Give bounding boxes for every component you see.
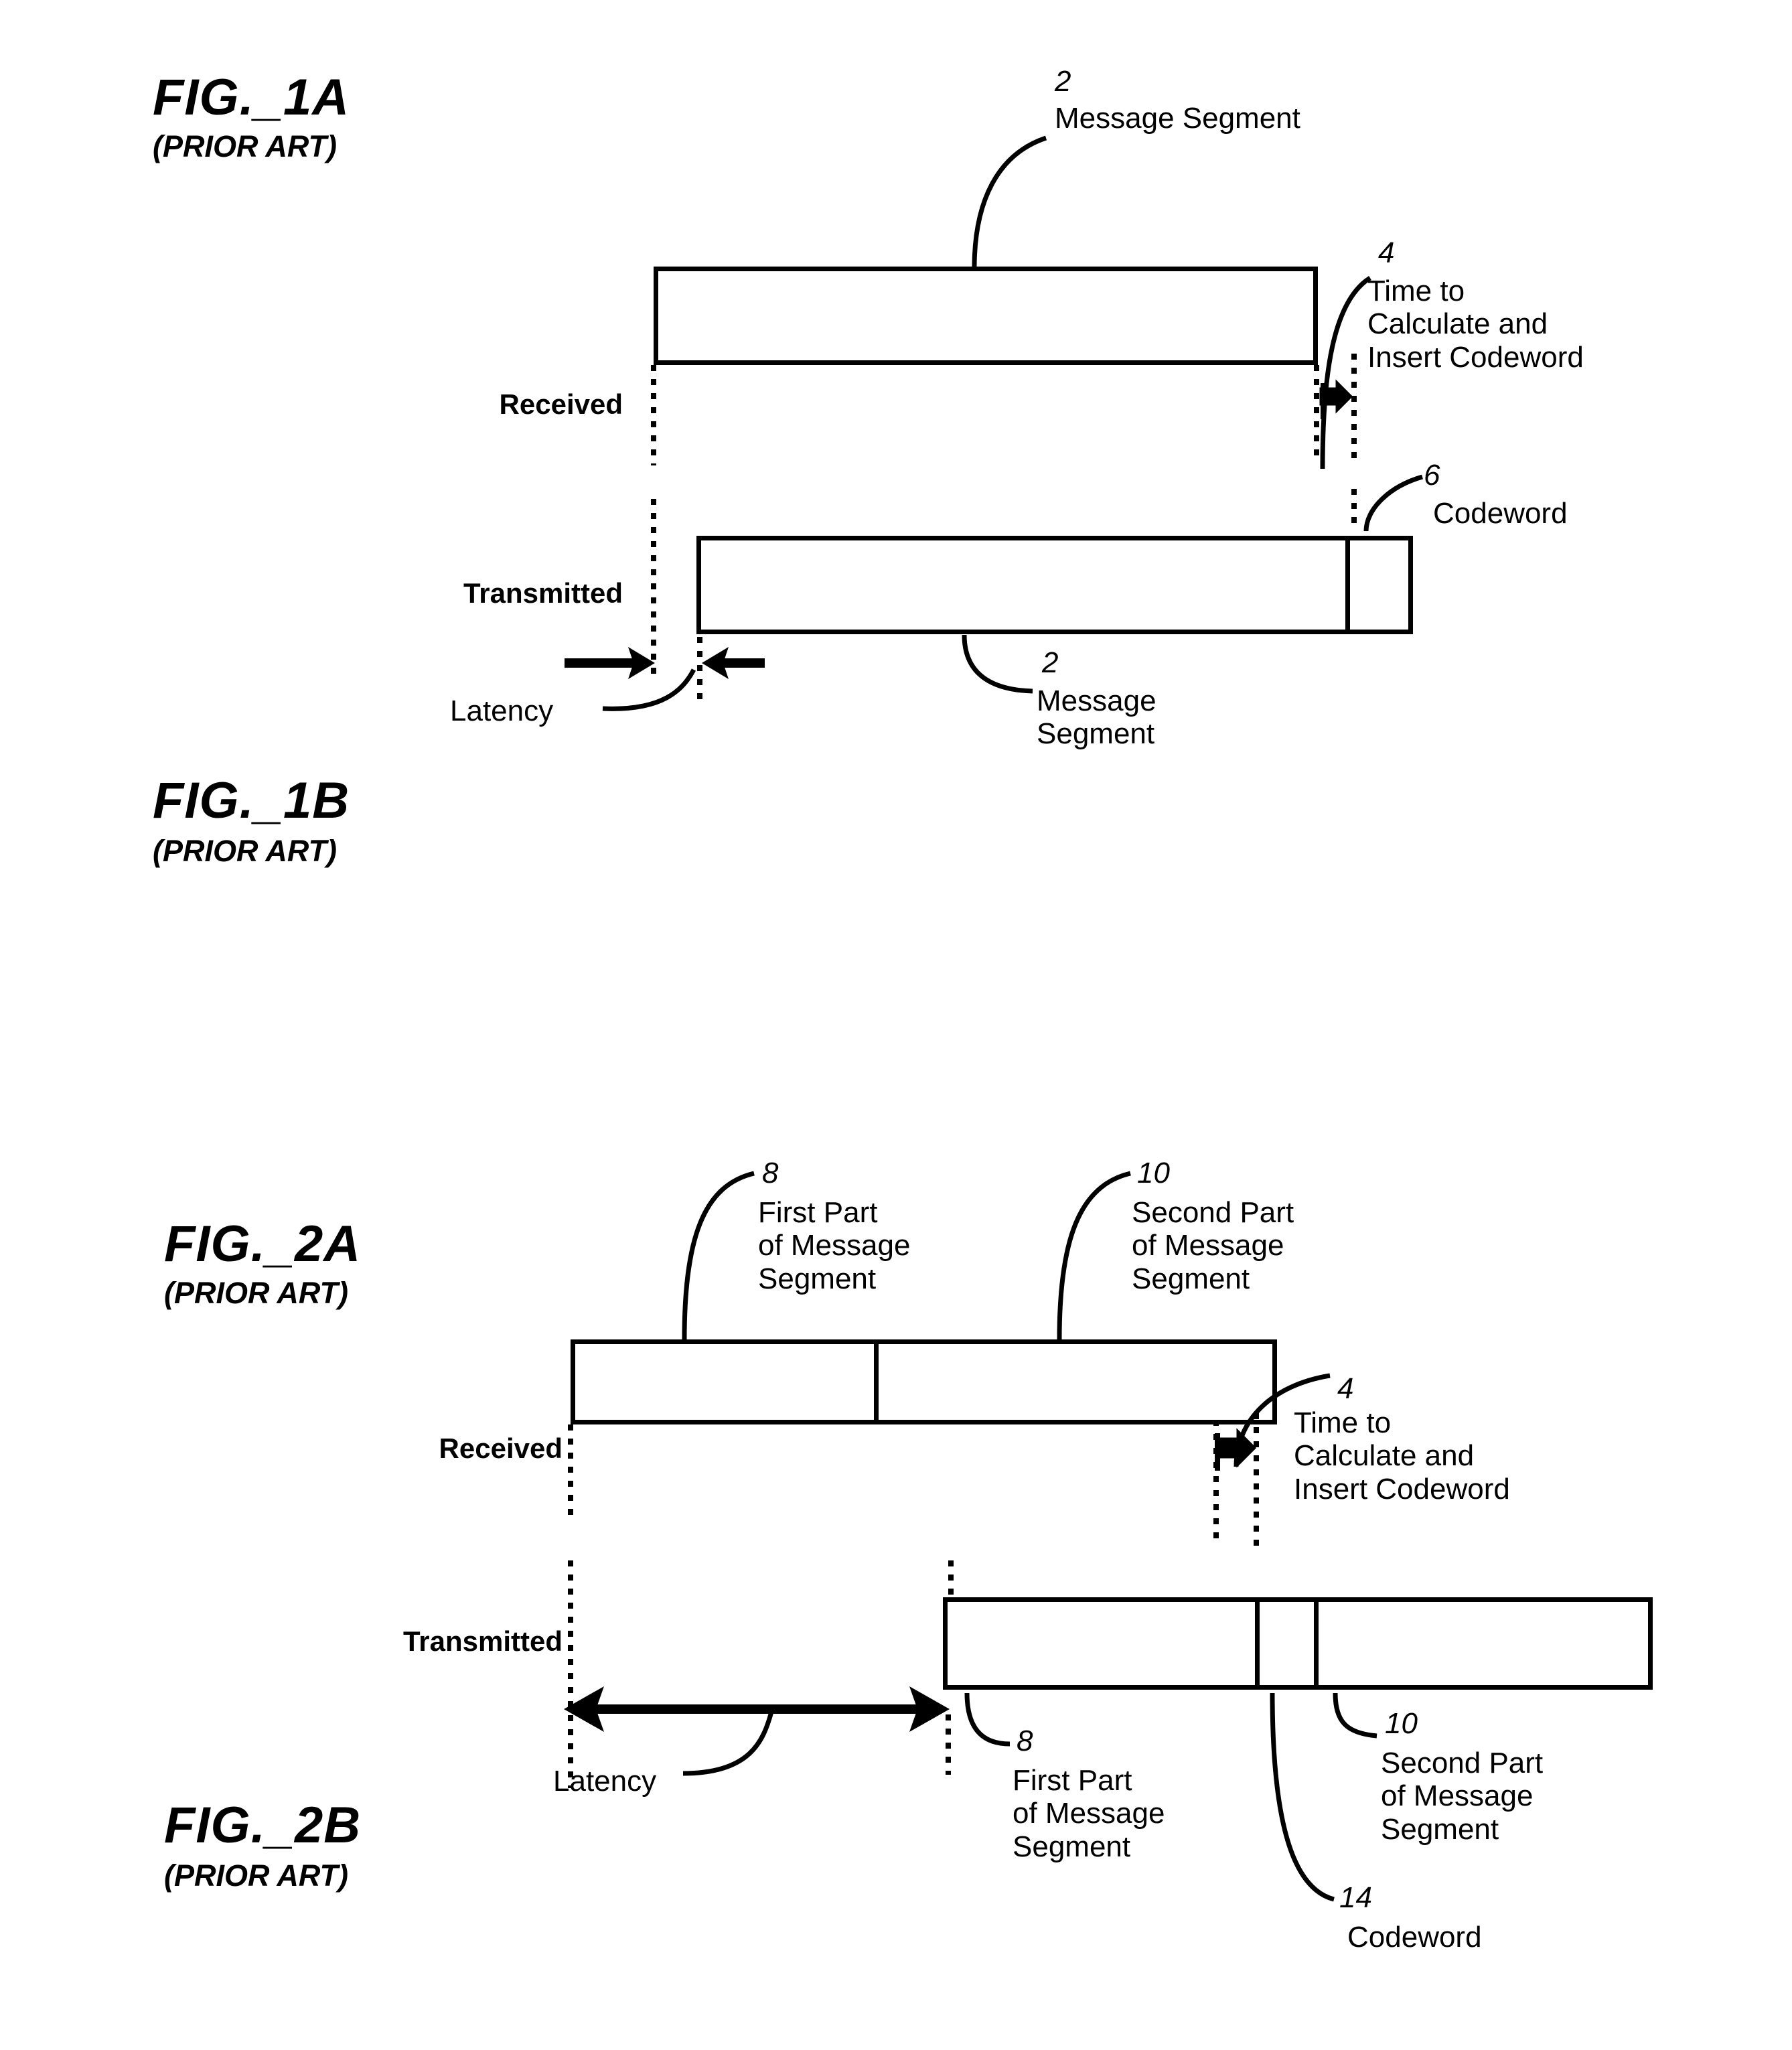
leader-line-4-fig1a	[1320, 276, 1371, 469]
figure-sublabel-fig2b: (PRIOR ART)	[164, 1858, 348, 1893]
callout-text-second-part-top: Second Part of Message Segment	[1132, 1196, 1294, 1295]
fig1a-received-label: Received	[499, 388, 623, 420]
fig2b-transmitted-bar	[943, 1597, 1653, 1690]
fig2a-calc-gap-guide	[1254, 1413, 1259, 1547]
leader-line-14	[1270, 1692, 1335, 1902]
figure-sublabel-fig1a: (PRIOR ART)	[153, 129, 337, 163]
leader-line-10-bottom	[1333, 1692, 1377, 1739]
fig1a-received-message-segment-bar	[654, 267, 1318, 365]
leader-line-8-bottom	[964, 1692, 1011, 1747]
leader-line-10-top	[1057, 1171, 1131, 1340]
fig1a-latency-label: Latency	[450, 694, 554, 727]
fig1a-transmitted-bar	[696, 536, 1413, 634]
leader-line-6	[1363, 474, 1423, 532]
fig1a-latency-arrows	[565, 647, 765, 679]
fig2a-transmitted-start-guide	[568, 1560, 573, 1788]
callout-number-4-fig2a: 4	[1337, 1372, 1354, 1405]
figure-label-fig1a: FIG._1A	[153, 69, 350, 126]
callout-text-codeword-fig1a: Codeword	[1433, 497, 1568, 530]
fig2-latency-arrow	[564, 1686, 950, 1732]
fig1a-codeword-top-guide	[1351, 489, 1357, 529]
callout-number-8-top: 8	[762, 1157, 779, 1189]
callout-number-14: 14	[1339, 1881, 1372, 1914]
fig1a-transmitted-label: Transmitted	[463, 577, 623, 609]
callout-text-message-segment-bottom: Message Segment	[1037, 684, 1156, 751]
fig1a-calc-gap-arrow-glyph	[1319, 379, 1353, 419]
fig2a-received-end-guide	[1213, 1420, 1219, 1544]
callout-text-time-to-calculate-fig2a: Time to Calculate and Insert Codeword	[1294, 1406, 1510, 1506]
callout-text-time-to-calculate-fig1a: Time to Calculate and Insert Codeword	[1367, 275, 1584, 374]
leader-line-2-bottom	[962, 634, 1033, 694]
callout-number-2-bottom: 2	[1042, 646, 1059, 679]
fig1a-transmitted-codeword-divider	[1345, 536, 1350, 634]
fig1a-transmitted-start-guide	[651, 499, 656, 674]
fig2a-calc-gap-arrow-glyph	[1215, 1428, 1257, 1471]
leader-line-latency-fig1a	[602, 668, 696, 711]
fig2a-received-start-guide	[568, 1424, 573, 1518]
leader-line-2-top	[972, 135, 1047, 269]
fig1a-received-end-guide	[1314, 365, 1319, 459]
callout-number-2-top: 2	[1055, 65, 1071, 98]
fig2-latency-label: Latency	[553, 1765, 657, 1798]
leader-line-latency-fig2	[682, 1711, 774, 1776]
callout-number-6: 6	[1424, 459, 1440, 492]
patent-figure-sheet: FIG._1A (PRIOR ART) 2 Message Segment 4 …	[0, 0, 1792, 2050]
fig1a-received-start-guide	[651, 365, 656, 465]
callout-text-codeword-fig2b: Codeword	[1347, 1921, 1482, 1954]
figure-label-fig2b: FIG._2B	[164, 1797, 362, 1854]
figure-label-fig1b: FIG._1B	[153, 772, 350, 829]
fig2a-received-bar	[571, 1339, 1277, 1424]
fig2b-codeword-divider-right	[1314, 1597, 1319, 1690]
figure-label-fig2a: FIG._2A	[164, 1216, 362, 1272]
figure-sublabel-fig2a: (PRIOR ART)	[164, 1276, 348, 1310]
callout-text-first-part-top: First Part of Message Segment	[758, 1196, 911, 1295]
fig2a-received-part-divider	[874, 1339, 879, 1424]
fig2b-latency-end-guide	[946, 1714, 951, 1775]
figure-sublabel-fig1b: (PRIOR ART)	[153, 834, 337, 868]
callout-number-4-fig1a: 4	[1378, 236, 1395, 269]
callout-number-8-bottom: 8	[1017, 1725, 1033, 1757]
leader-line-8-top	[682, 1171, 755, 1340]
fig1a-codeword-start-guide	[1351, 354, 1357, 461]
fig1a-latency-end-guide	[697, 623, 702, 703]
callout-text-first-part-bottom: First Part of Message Segment	[1013, 1764, 1165, 1863]
callout-text-message-segment-top: Message Segment	[1055, 102, 1300, 135]
fig2a-received-label: Received	[439, 1433, 563, 1464]
callout-text-second-part-bottom: Second Part of Message Segment	[1381, 1747, 1544, 1846]
callout-number-10-bottom: 10	[1385, 1707, 1418, 1740]
fig2a-transmitted-label: Transmitted	[402, 1625, 563, 1657]
fig2b-codeword-divider-left	[1255, 1597, 1260, 1690]
callout-number-10-top: 10	[1137, 1157, 1170, 1189]
